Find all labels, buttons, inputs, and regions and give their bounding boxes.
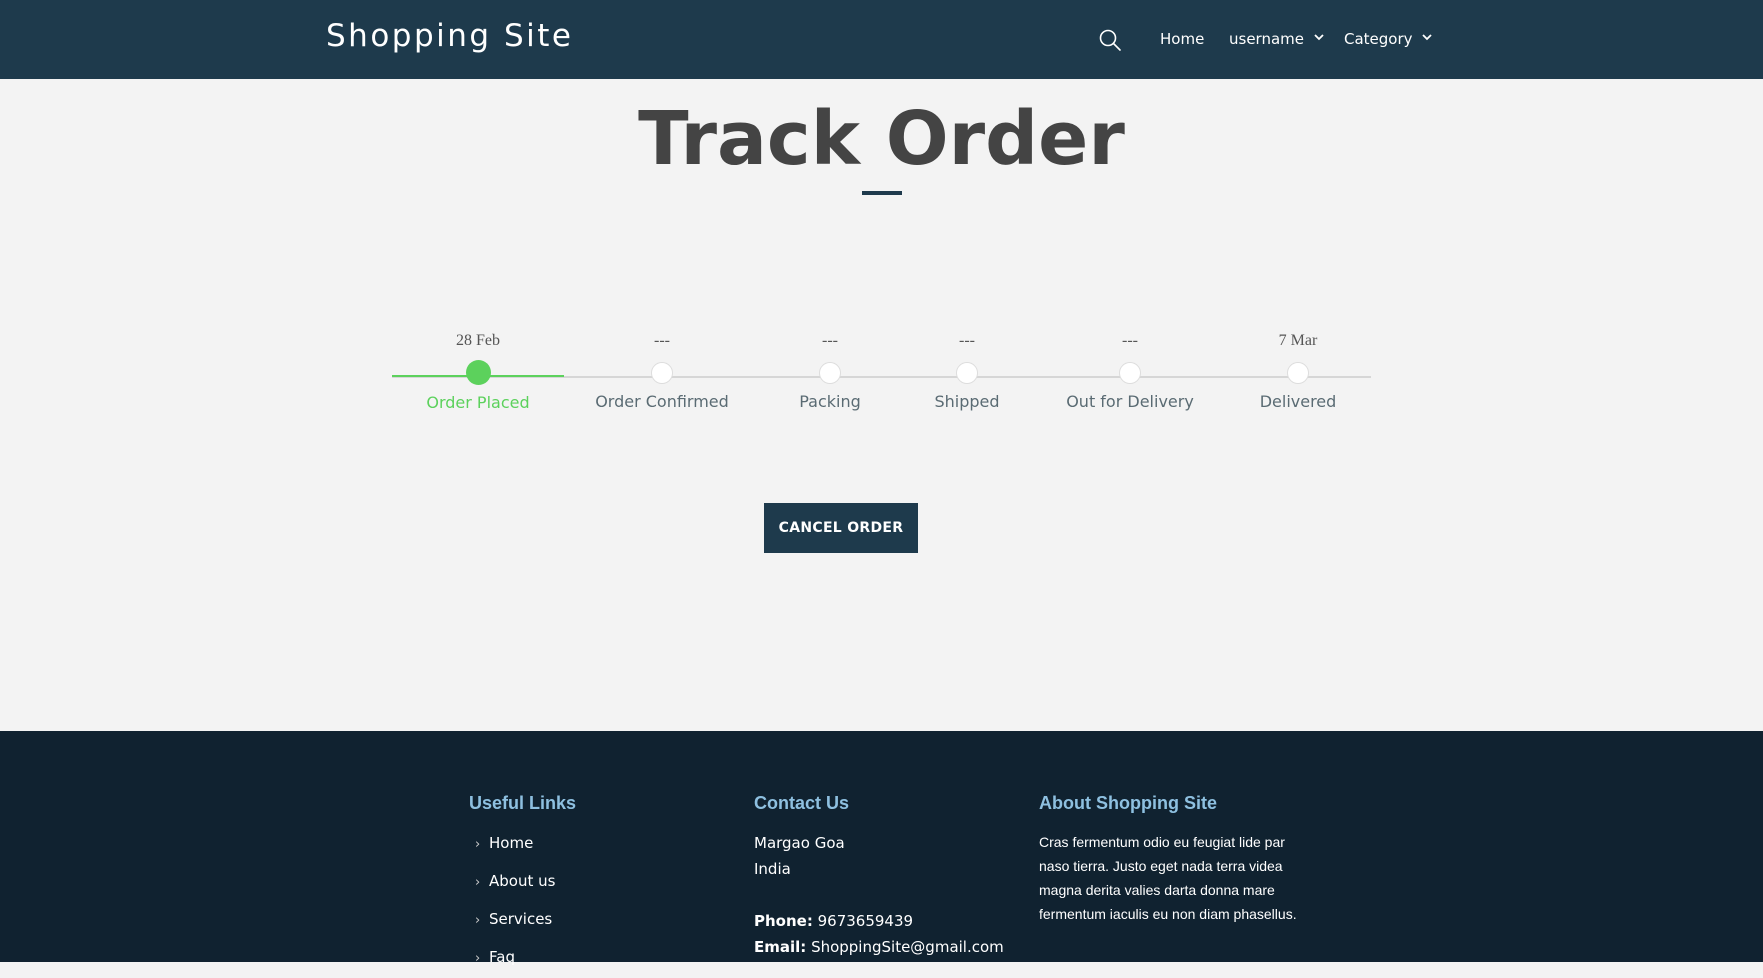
footer-useful-links: Useful Links › Home › About us › Services ›… xyxy=(469,793,576,976)
chevron-right-icon: › xyxy=(475,951,481,966)
footer-about-text: Cras fermentum odio eu feugiat lide par … xyxy=(1039,834,1297,922)
footer-links-heading: Useful Links xyxy=(469,793,577,813)
search-icon[interactable] xyxy=(1098,28,1122,52)
nav-user-dropdown[interactable]: username xyxy=(1229,30,1324,48)
footer-link-label: Services xyxy=(489,910,553,928)
step-shipped: --- Shipped xyxy=(877,332,1057,411)
footer-link-home[interactable]: › Home xyxy=(475,824,576,862)
contact-address-line1: Margao Goa xyxy=(754,834,845,852)
step-dot xyxy=(1287,362,1309,384)
contact-email: Email: ShoppingSite@gmail.com xyxy=(754,934,1004,960)
step-delivered: 7 Mar Delivered xyxy=(1208,332,1388,411)
top-navbar: Shopping Site Home username Category xyxy=(0,0,1763,79)
nav-category-dropdown[interactable]: Category xyxy=(1344,30,1432,48)
chevron-right-icon: › xyxy=(475,913,481,928)
step-date: --- xyxy=(959,332,975,349)
chevron-down-icon xyxy=(1314,34,1324,41)
footer-about-heading: About Shopping Site xyxy=(1039,793,1217,813)
email-value[interactable]: ShoppingSite@gmail.com xyxy=(811,938,1004,956)
step-label: Order Placed xyxy=(426,393,530,412)
chevron-down-icon xyxy=(1422,34,1432,41)
step-label: Shipped xyxy=(934,392,1000,411)
nav-home-label: Home xyxy=(1160,30,1205,48)
footer-link-label: Home xyxy=(489,834,534,852)
footer-link-label: Faq xyxy=(489,948,515,966)
phone-label: Phone: xyxy=(754,912,813,930)
footer-about: About Shopping Site Cras fermentum odio … xyxy=(1039,793,1299,926)
title-underline xyxy=(862,191,902,195)
step-order-confirmed: --- Order Confirmed xyxy=(572,332,752,411)
footer-link-label: About us xyxy=(489,872,556,890)
nav-category-label: Category xyxy=(1344,30,1413,48)
step-label: Order Confirmed xyxy=(595,392,729,411)
step-dot-complete xyxy=(465,360,491,385)
step-date: --- xyxy=(654,332,670,349)
step-dot xyxy=(651,362,673,384)
nav-user-label: username xyxy=(1229,30,1304,48)
footer-link-about[interactable]: › About us xyxy=(475,862,576,900)
cancel-order-button[interactable]: CANCEL ORDER xyxy=(764,503,918,553)
step-order-placed: 28 Feb Order Placed xyxy=(388,332,568,412)
step-date: --- xyxy=(1122,332,1138,349)
page-title: Track Order xyxy=(638,96,1125,182)
step-dot xyxy=(1119,362,1141,384)
footer-contact: Contact Us Margao Goa India Phone: 96736… xyxy=(754,793,1004,960)
site-footer: Useful Links › Home › About us › Services ›… xyxy=(0,731,1763,966)
footer-contact-heading: Contact Us xyxy=(754,793,850,813)
contact-address-line2: India xyxy=(754,860,791,878)
step-date: 28 Feb xyxy=(456,332,500,349)
footer-link-services[interactable]: › Services xyxy=(475,900,576,938)
footer-link-faq[interactable]: › Faq xyxy=(475,938,576,976)
site-brand[interactable]: Shopping Site xyxy=(326,18,573,54)
step-date: 7 Mar xyxy=(1278,332,1318,349)
chevron-right-icon: › xyxy=(475,837,481,852)
contact-phone: Phone: 9673659439 xyxy=(754,908,1004,934)
step-out-for-delivery: --- Out for Delivery xyxy=(1040,332,1220,411)
step-dot xyxy=(819,362,841,384)
email-label: Email: xyxy=(754,938,807,956)
phone-value: 9673659439 xyxy=(817,912,914,930)
nav-home-link[interactable]: Home xyxy=(1160,30,1204,48)
step-label: Out for Delivery xyxy=(1066,392,1194,411)
step-label: Delivered xyxy=(1259,392,1337,411)
step-dot xyxy=(956,362,978,384)
chevron-right-icon: › xyxy=(475,875,481,890)
